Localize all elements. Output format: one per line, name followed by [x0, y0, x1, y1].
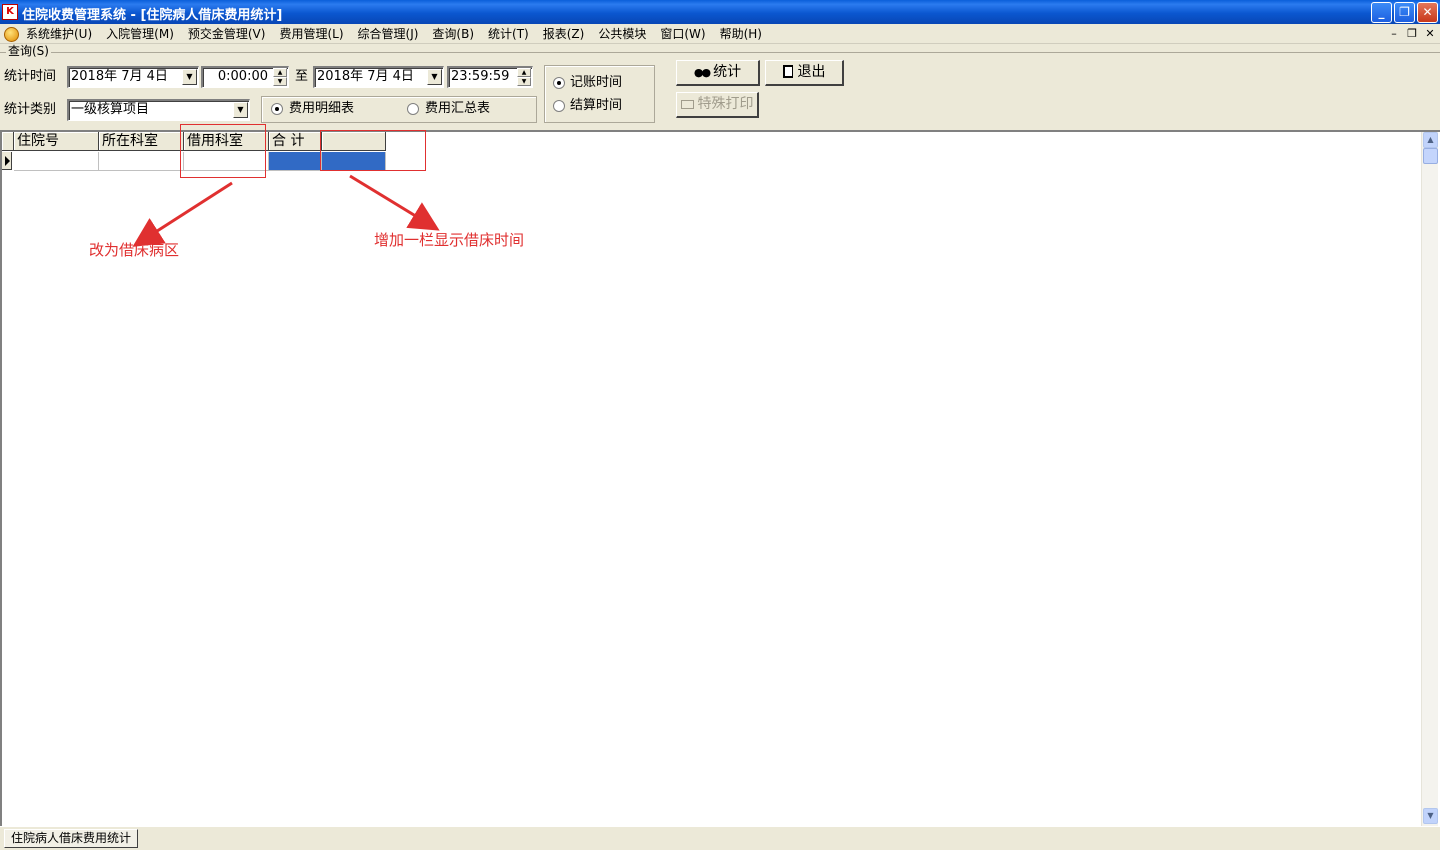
- col-header-current-dept[interactable]: 所在科室: [99, 132, 184, 151]
- category-label: 统计类别: [4, 102, 57, 117]
- annotation-box-borrow-dept: [180, 124, 266, 178]
- start-date-dropdown[interactable]: ▼: [182, 69, 197, 85]
- col-header-total[interactable]: 合 计: [269, 132, 322, 151]
- menu-fees[interactable]: 费用管理(L): [279, 26, 349, 42]
- app-menu-icon[interactable]: [4, 27, 19, 42]
- end-time-spinner[interactable]: ▲ ▼: [517, 68, 531, 87]
- menu-prepayment[interactable]: 预交金管理(V): [188, 26, 272, 42]
- menu-window[interactable]: 窗口(W): [660, 26, 711, 42]
- annotation-note-add-column: 增加一栏显示借床时间: [374, 231, 525, 249]
- col-header-inpatient-no[interactable]: 住院号: [14, 132, 99, 151]
- app-icon: K: [2, 4, 18, 20]
- exit-door-icon: [782, 65, 793, 78]
- start-date-field[interactable]: 2018年 7月 4日: [67, 66, 199, 88]
- settlement-time-radio[interactable]: [553, 100, 565, 112]
- menu-general[interactable]: 综合管理(J): [358, 26, 425, 42]
- status-bar: 住院病人借床费用统计: [0, 826, 1440, 850]
- stat-time-label: 统计时间: [4, 69, 57, 84]
- table-cell[interactable]: [14, 152, 99, 171]
- category-select[interactable]: 一级核算项目: [67, 99, 250, 121]
- scroll-thumb[interactable]: [1423, 148, 1438, 164]
- binoculars-icon: ●●: [693, 66, 711, 79]
- restore-button[interactable]: ❐: [1394, 2, 1415, 23]
- menu-query[interactable]: 查询(B): [432, 26, 480, 42]
- table-cell[interactable]: [99, 152, 184, 171]
- data-grid[interactable]: [0, 130, 1440, 826]
- end-date-dropdown[interactable]: ▼: [427, 69, 442, 85]
- query-group-title: 查询(S): [6, 44, 51, 58]
- printer-icon: [680, 100, 694, 109]
- detail-report-radio[interactable]: [271, 103, 283, 115]
- table-cell-selected[interactable]: [269, 152, 322, 171]
- title-bar: K 住院收费管理系统 - [住院病人借床费用统计] _ ❐ ✕: [0, 0, 1440, 24]
- minimize-button[interactable]: _: [1371, 2, 1392, 23]
- grid-corner: [2, 132, 14, 151]
- menu-common[interactable]: 公共模块: [598, 26, 652, 42]
- menu-admission[interactable]: 入院管理(M): [106, 26, 180, 42]
- mdi-restore-button[interactable]: ❐: [1404, 27, 1420, 41]
- mdi-close-button[interactable]: ✕: [1422, 27, 1438, 41]
- to-label: 至: [295, 69, 309, 84]
- menu-bar: 系统维护(U) 入院管理(M) 预交金管理(V) 费用管理(L) 综合管理(J)…: [0, 24, 1440, 44]
- menu-reports[interactable]: 报表(Z): [543, 26, 591, 42]
- start-time-spinner[interactable]: ▲ ▼: [273, 68, 287, 87]
- close-button[interactable]: ✕: [1417, 2, 1438, 23]
- posting-time-label: 记账时间: [570, 75, 623, 90]
- mdi-minimize-button[interactable]: –: [1386, 27, 1402, 41]
- window-title: 住院收费管理系统 - [住院病人借床费用统计]: [22, 8, 283, 23]
- exit-button[interactable]: 退出: [765, 60, 844, 86]
- summary-report-radio[interactable]: [407, 103, 419, 115]
- window-tab[interactable]: 住院病人借床费用统计: [4, 829, 139, 848]
- menu-help[interactable]: 帮助(H): [720, 26, 768, 42]
- detail-report-label: 费用明细表: [289, 101, 355, 116]
- end-date-field[interactable]: 2018年 7月 4日: [313, 66, 444, 88]
- annotation-box-new-column: [320, 130, 426, 171]
- settlement-time-label: 结算时间: [570, 98, 623, 113]
- scroll-up-icon[interactable]: ▲: [1423, 132, 1438, 148]
- menu-system[interactable]: 系统维护(U): [26, 26, 98, 42]
- stat-button[interactable]: ●● 统计: [676, 60, 760, 86]
- annotation-note-dept: 改为借床病区: [89, 241, 180, 259]
- category-dropdown[interactable]: ▼: [233, 102, 248, 118]
- summary-report-label: 费用汇总表: [425, 101, 491, 116]
- row-indicator: [2, 152, 12, 170]
- special-print-button[interactable]: 特殊打印: [676, 92, 759, 118]
- scroll-down-icon[interactable]: ▼: [1423, 808, 1438, 824]
- vertical-scrollbar[interactable]: ▲ ▼: [1421, 132, 1438, 826]
- menu-statistics[interactable]: 统计(T): [488, 26, 535, 42]
- posting-time-radio[interactable]: [553, 77, 565, 89]
